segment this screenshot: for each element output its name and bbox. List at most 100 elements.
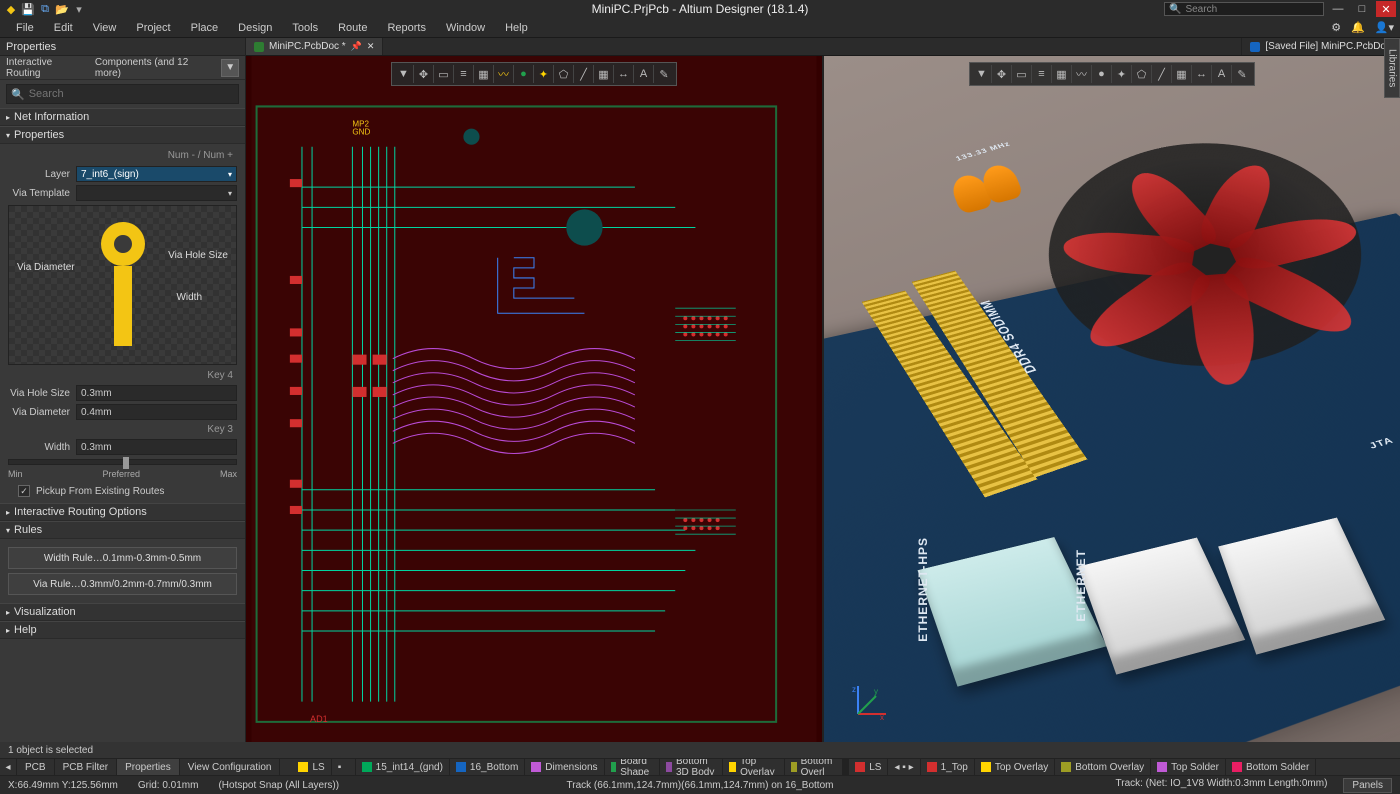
route-icon[interactable]: 〰 [494,65,514,83]
dimension-icon[interactable]: ↔ [614,65,634,83]
libraries-flyout-tab[interactable]: Libraries [1384,38,1400,98]
tab-saved-file[interactable]: [Saved File] MiniPC.PcbDoc [1242,38,1400,55]
polygon-icon[interactable]: ⬠ [1132,65,1152,83]
width-slider[interactable] [8,459,237,465]
pcb-3d-canvas[interactable]: DDR4 SODIMM ETHERNET-HPS ETHERNET JTA 13… [824,56,1400,742]
menu-design[interactable]: Design [228,22,282,34]
highlight-icon[interactable]: ✦ [1112,65,1132,83]
draw-icon[interactable]: ✎ [1232,65,1252,83]
layer-16-bottom[interactable]: 16_Bottom [450,759,525,775]
pcb-2d-view[interactable]: ▼ ✥ ▭ ≡ ▦ 〰 ● ✦ ⬠ ╱ ▦ ↔ A ✎ [246,56,824,742]
section-net-information[interactable]: Net Information [0,108,245,126]
draw-icon[interactable]: ✎ [654,65,674,83]
select-icon[interactable]: ▭ [1012,65,1032,83]
panel-search-box[interactable]: 🔍 [6,84,239,104]
layer-dropdown[interactable]: 7_int6_(sign) [76,166,237,182]
open-icon[interactable]: 📂 [55,2,69,16]
component-icon[interactable]: ▦ [474,65,494,83]
line-icon[interactable]: ╱ [574,65,594,83]
layer-bottom-solder[interactable]: Bottom Solder [1226,759,1316,775]
menu-edit[interactable]: Edit [44,22,83,34]
via-rule-button[interactable]: Via Rule…0.3mm/0.2mm-0.7mm/0.3mm [8,573,237,595]
bottom-tab-view-configuration[interactable]: View Configuration [180,759,281,775]
grid-icon[interactable]: ▦ [594,65,614,83]
component-icon[interactable]: ▦ [1052,65,1072,83]
move-icon[interactable]: ✥ [414,65,434,83]
dimension-icon[interactable]: ↔ [1192,65,1212,83]
layer-top-overlay[interactable]: Top Overlay [723,759,784,775]
panel-components-filter[interactable]: Components (and 12 more) [95,57,214,79]
via-icon[interactable]: ● [1092,65,1112,83]
select-icon[interactable]: ▭ [434,65,454,83]
section-visualization[interactable]: Visualization [0,603,245,621]
text-icon[interactable]: A [1212,65,1232,83]
layer-top-solder[interactable]: Top Solder [1151,759,1226,775]
line-icon[interactable]: ╱ [1152,65,1172,83]
menu-window[interactable]: Window [436,22,495,34]
layer-dimensions[interactable]: Dimensions [525,759,604,775]
pickup-checkbox-row[interactable]: ✓ Pickup From Existing Routes [18,485,237,497]
tab-scroll-left[interactable]: ◂ [0,759,17,775]
route-icon[interactable]: 〰 [1072,65,1092,83]
filter-icon[interactable]: ▼ [972,65,992,83]
menu-tools[interactable]: Tools [282,22,328,34]
layer-nav[interactable]: ◂ ▪ ▸ [888,759,920,775]
minimize-button[interactable]: — [1328,1,1348,17]
menu-view[interactable]: View [83,22,127,34]
section-rules[interactable]: Rules [0,521,245,539]
global-search[interactable]: 🔍 Search [1164,2,1324,16]
notifications-icon[interactable]: 🔔 [1351,21,1365,34]
panel-search-input[interactable] [29,88,234,100]
settings-icon[interactable]: ⚙ [1331,21,1341,34]
section-help[interactable]: Help [0,621,245,639]
layer-1-top[interactable]: 1_Top [921,759,975,775]
menu-help[interactable]: Help [495,22,538,34]
save-all-icon[interactable]: ⧉ [38,2,52,16]
tab-minipc-pcbdoc[interactable]: MiniPC.PcbDoc * 📌 ✕ [246,38,383,55]
layer-board-shape[interactable]: Board Shape [605,759,661,775]
align-icon[interactable]: ≡ [1032,65,1052,83]
filter-toggle-button[interactable]: ▼ [221,59,239,77]
text-icon[interactable]: A [634,65,654,83]
layer-set-toggle[interactable]: LS [849,759,888,775]
menu-project[interactable]: Project [126,22,180,34]
tab-close-icon[interactable]: ✕ [367,41,375,52]
section-properties[interactable]: Properties [0,126,245,144]
layer-nav[interactable]: ◂ ▪ ▸ [332,759,356,775]
save-icon[interactable]: 💾 [21,2,35,16]
close-button[interactable]: ✕ [1376,1,1396,17]
bottom-tab-properties[interactable]: Properties [117,759,180,775]
move-icon[interactable]: ✥ [992,65,1012,83]
layer-set-toggle[interactable]: LS [292,759,331,775]
layer-bottom-overl[interactable]: Bottom Overl [785,759,844,775]
width-field[interactable]: 0.3mm [76,439,237,455]
user-icon[interactable]: 👤▾ [1375,21,1394,34]
grid-icon[interactable]: ▦ [1172,65,1192,83]
pickup-checkbox[interactable]: ✓ [18,485,30,497]
highlight-icon[interactable]: ✦ [534,65,554,83]
filter-icon[interactable]: ▼ [394,65,414,83]
via-icon[interactable]: ● [514,65,534,83]
layer-top-overlay[interactable]: Top Overlay [975,759,1055,775]
maximize-button[interactable]: □ [1352,1,1372,17]
tab-pin-icon[interactable]: 📌 [351,41,362,52]
menu-route[interactable]: Route [328,22,377,34]
align-icon[interactable]: ≡ [454,65,474,83]
via-template-dropdown[interactable] [76,185,237,201]
menu-reports[interactable]: Reports [377,22,436,34]
menu-file[interactable]: File [6,22,44,34]
bottom-tab-pcb[interactable]: PCB [17,759,55,775]
menu-place[interactable]: Place [181,22,229,34]
app-icon[interactable]: ◆ [4,2,18,16]
layer-bottom-overlay[interactable]: Bottom Overlay [1055,759,1151,775]
polygon-icon[interactable]: ⬠ [554,65,574,83]
via-hole-size-field[interactable]: 0.3mm [76,385,237,401]
pcb-3d-view[interactable]: ▼ ✥ ▭ ≡ ▦ 〰 ● ✦ ⬠ ╱ ▦ ↔ A ✎ [824,56,1400,742]
width-rule-button[interactable]: Width Rule…0.1mm-0.3mm-0.5mm [8,547,237,569]
layer-15-int14-gnd-[interactable]: 15_int14_(gnd) [356,759,450,775]
section-interactive-routing-options[interactable]: Interactive Routing Options [0,503,245,521]
via-diameter-field[interactable]: 0.4mm [76,404,237,420]
bottom-tab-pcb-filter[interactable]: PCB Filter [55,759,118,775]
dropdown-icon[interactable]: ▾ [72,2,86,16]
pcb-2d-canvas[interactable]: MP2 GND AD1 [246,56,822,742]
